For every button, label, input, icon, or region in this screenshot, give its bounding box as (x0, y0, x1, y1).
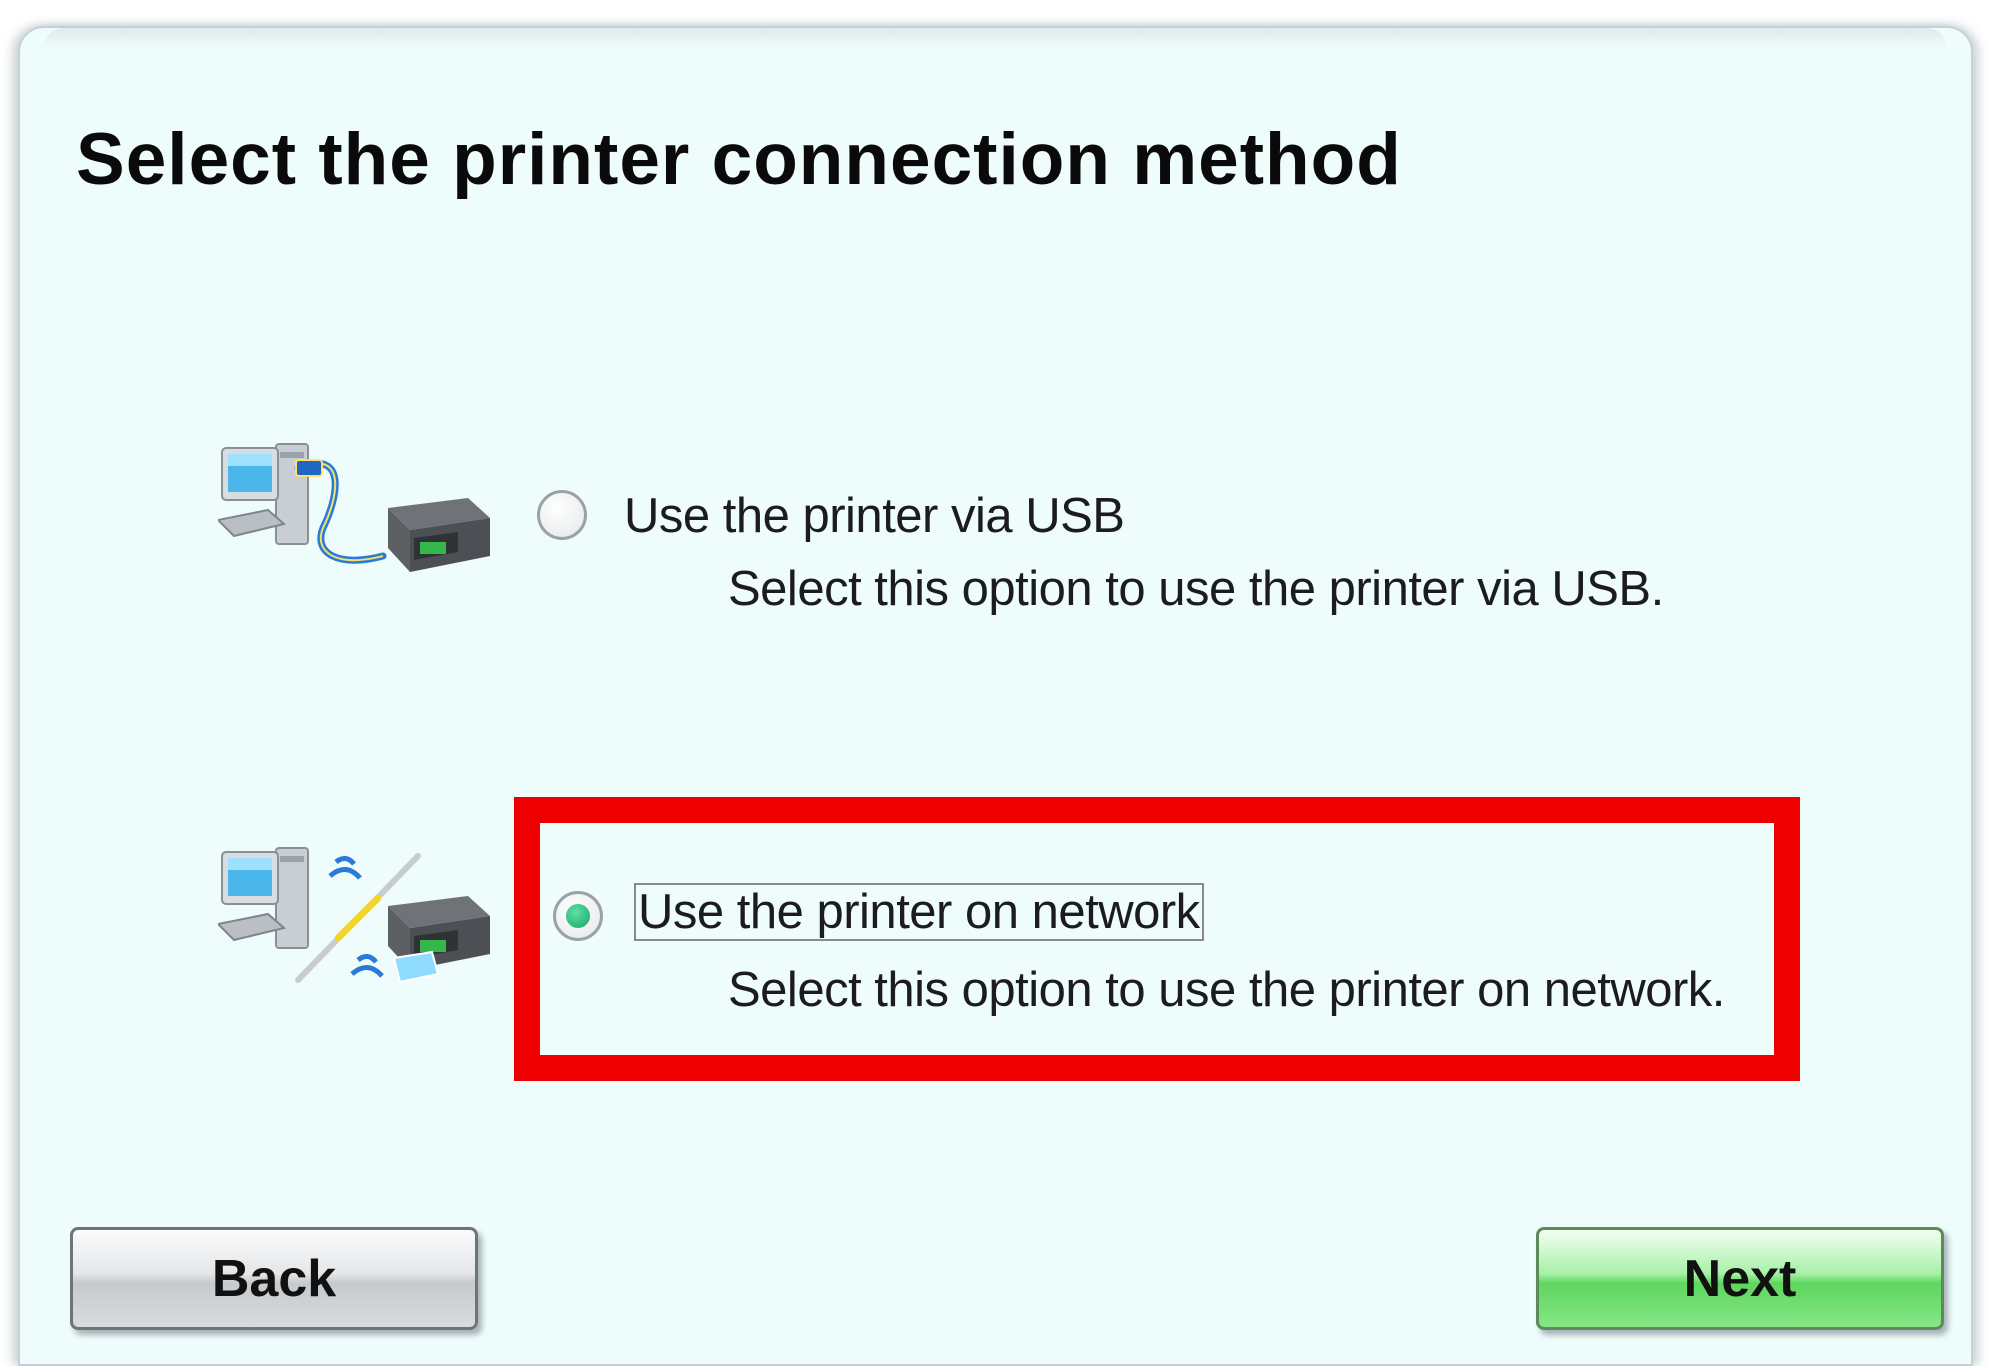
network-connection-icon (218, 847, 490, 984)
usb-radio[interactable] (537, 490, 587, 540)
usb-option-label[interactable]: Use the printer via USB (624, 488, 1125, 544)
next-button[interactable]: Next (1536, 1227, 1944, 1330)
usb-option-description: Select this option to use the printer vi… (728, 562, 1664, 616)
installer-dialog (18, 26, 1973, 1366)
page-title: Select the printer connection method (76, 119, 1402, 200)
panel-top-sheen (44, 28, 1947, 48)
back-button[interactable]: Back (70, 1227, 478, 1330)
usb-connection-icon (218, 443, 490, 572)
network-option-highlight-box (514, 797, 1800, 1081)
